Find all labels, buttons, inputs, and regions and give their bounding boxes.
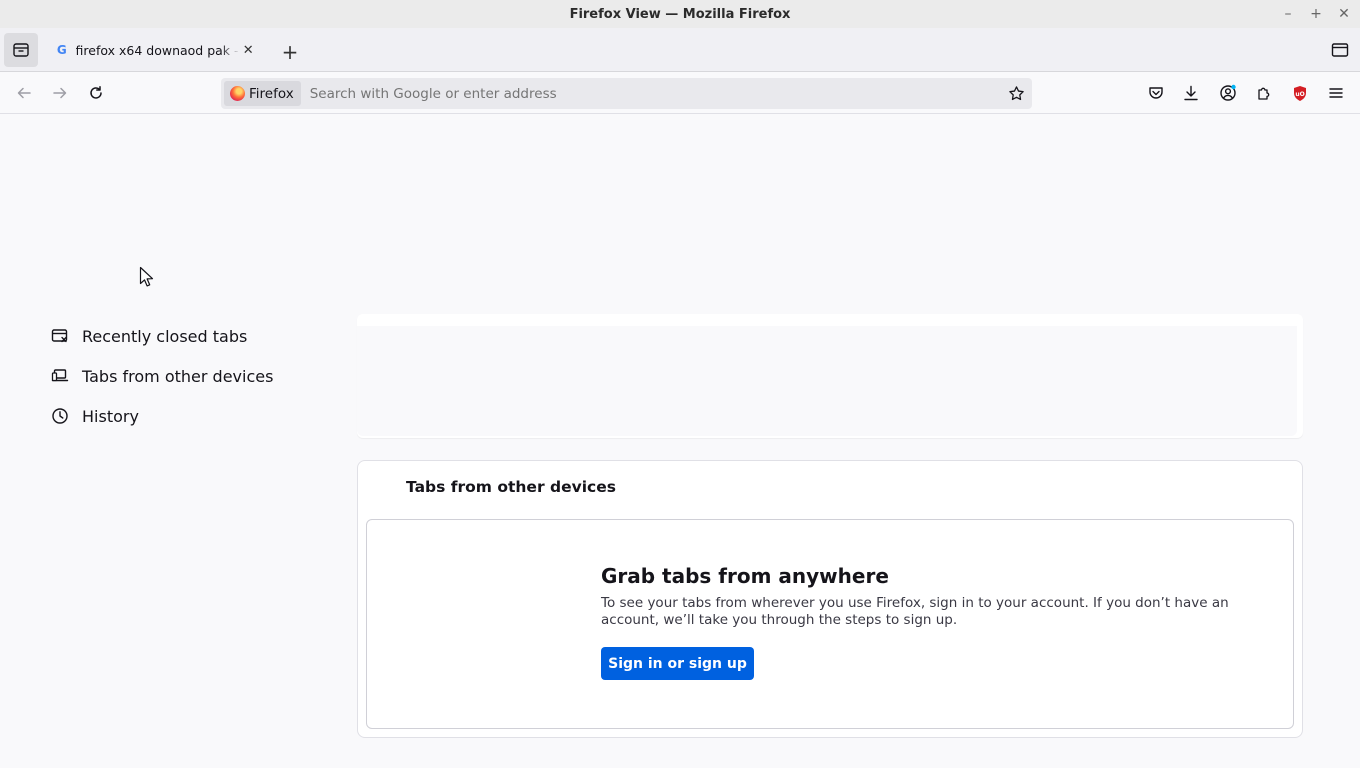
tab-list-icon [1331, 43, 1349, 57]
identity-label: Firefox [249, 85, 294, 102]
google-favicon-icon: G [56, 43, 67, 57]
tab-google-search[interactable]: G firefox x64 downaod pak - Goo ✕ [46, 34, 264, 66]
url-input[interactable] [309, 85, 1006, 102]
tab-strip: G firefox x64 downaod pak - Goo ✕ + [0, 28, 1360, 72]
forward-arrow-icon [53, 87, 67, 99]
sync-description: To see your tabs from wherever you use F… [601, 595, 1229, 628]
sidebar-item-label: History [82, 406, 139, 426]
firefox-view-button[interactable] [4, 33, 38, 67]
sign-in-button[interactable]: Sign in or sign up [601, 647, 754, 680]
ublock-shield-icon: uO [1294, 85, 1306, 101]
puzzle-icon [1258, 87, 1270, 100]
sync-heading: Grab tabs from anywhere [601, 564, 889, 588]
tab-close-icon[interactable]: ✕ [240, 42, 256, 58]
window-controls: – + ✕ [1280, 0, 1352, 28]
forward-button[interactable] [48, 81, 72, 105]
url-bar[interactable]: Firefox [221, 78, 1032, 109]
title-bar: Firefox View — Mozilla Firefox – + ✕ [0, 0, 1360, 28]
close-button[interactable]: ✕ [1336, 6, 1352, 22]
new-tab-button[interactable]: + [278, 40, 302, 64]
tab-label: firefox x64 downaod pak - Goo [75, 42, 241, 58]
tabs-from-other-devices-card: Tabs from other devices Grab tabs from a… [357, 460, 1303, 738]
minimize-button[interactable]: – [1280, 6, 1296, 22]
extensions-button[interactable] [1252, 81, 1276, 105]
devices-icon [50, 366, 70, 386]
list-all-tabs-button[interactable] [1330, 40, 1350, 60]
star-icon [1008, 86, 1024, 101]
account-icon [1220, 84, 1236, 101]
card-title: Tabs from other devices [406, 478, 616, 496]
bookmark-star-button[interactable] [1006, 84, 1026, 104]
firefox-view-icon [13, 43, 29, 57]
sidebar-item-label: Tabs from other devices [82, 366, 274, 386]
ublock-origin-button[interactable]: uO [1288, 81, 1312, 105]
hamburger-menu-icon [1329, 88, 1343, 98]
back-button[interactable] [12, 81, 36, 105]
recent-browsing-card [357, 314, 1303, 438]
window-title: Firefox View — Mozilla Firefox [569, 6, 791, 22]
recently-closed-icon [50, 326, 70, 346]
pocket-icon [1149, 87, 1163, 99]
sidebar-item-other-devices[interactable]: Tabs from other devices [50, 356, 273, 396]
account-button[interactable] [1216, 81, 1240, 105]
firefox-view-content: Recently closed tabs Tabs from other dev… [0, 114, 1360, 768]
sidebar-item-label: Recently closed tabs [82, 326, 248, 346]
sync-message-box: Grab tabs from anywhere To see your tabs… [366, 519, 1294, 729]
navigation-toolbar: Firefox uO [0, 72, 1360, 114]
maximize-button[interactable]: + [1308, 6, 1324, 22]
downloads-button[interactable] [1179, 81, 1203, 105]
app-menu-button[interactable] [1324, 81, 1348, 105]
download-icon [1184, 85, 1198, 101]
firefox-view-sidebar: Recently closed tabs Tabs from other dev… [50, 316, 273, 436]
card-placeholder [357, 326, 1297, 436]
history-icon [50, 406, 70, 426]
reload-icon [90, 86, 102, 99]
sidebar-item-recently-closed[interactable]: Recently closed tabs [50, 316, 273, 356]
pocket-button[interactable] [1144, 81, 1168, 105]
reload-button[interactable] [84, 81, 108, 105]
back-arrow-icon [17, 87, 31, 99]
identity-box[interactable]: Firefox [224, 81, 301, 106]
mouse-cursor-icon [139, 266, 155, 288]
firefox-logo-icon [230, 86, 245, 101]
sidebar-item-history[interactable]: History [50, 396, 273, 436]
svg-text:uO: uO [1295, 91, 1304, 98]
